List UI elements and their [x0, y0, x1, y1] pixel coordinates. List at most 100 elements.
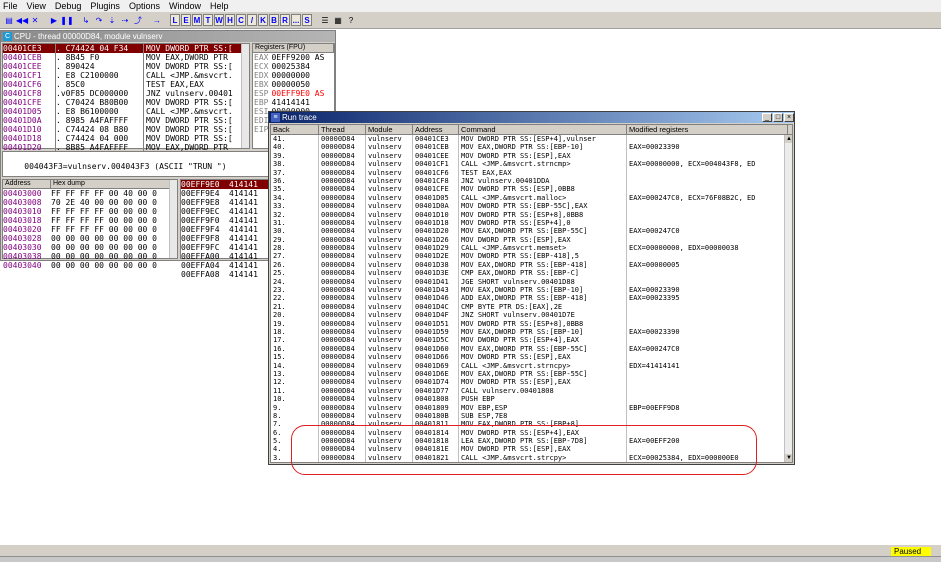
- register-row[interactable]: EAX 0EFF9200 AS: [254, 53, 334, 62]
- toolbar-window-button[interactable]: E: [181, 14, 191, 26]
- dump-col-address[interactable]: Address: [3, 180, 51, 188]
- disasm-row[interactable]: 00401D0A . 8985 A4FAFFFF MOV DWORD PTR SS:…: [3, 116, 249, 125]
- trace-row[interactable]: 14. 00000D84 vulnserv 00401D69 CALL <JMP.&ms…: [271, 361, 792, 370]
- dump-row[interactable]: 00403020 FF FF FF FF 00 00 00 0: [3, 225, 177, 234]
- trace-row[interactable]: 17. 00000D84 vulnserv 00401D5C MOV DWORD PTR…: [271, 336, 792, 345]
- dump-row[interactable]: 00403028 00 00 00 00 00 00 00 0: [3, 234, 177, 243]
- disasm-row[interactable]: 00401CEE . 890424 MOV DWORD PTR SS:[: [3, 62, 249, 71]
- scroll-down-icon[interactable]: ▼: [785, 454, 792, 462]
- column-header-module[interactable]: Module: [366, 125, 413, 134]
- trace-over-icon[interactable]: ⇢: [119, 14, 131, 26]
- trace-row[interactable]: 32. 00000D84 vulnserv 00401D10 MOV DWORD PTR…: [271, 210, 792, 219]
- disasm-row[interactable]: 00401D10 . C74424 08 B80 MOV DWORD PTR SS:…: [3, 125, 249, 134]
- dump-row[interactable]: 00403018 FF FF FF FF 00 00 00 0: [3, 216, 177, 225]
- column-header-command[interactable]: Command: [459, 125, 627, 134]
- trace-row[interactable]: 29. 00000D84 vulnserv 00401D26 MOV DWORD PTR…: [271, 235, 792, 245]
- trace-row[interactable]: 38. 00000D84 vulnserv 00401CF1 CALL <JMP.&ms…: [271, 160, 792, 169]
- toolbar-window-button[interactable]: C: [236, 14, 246, 26]
- column-header-back[interactable]: Back: [271, 125, 319, 134]
- toolbar-window-button[interactable]: B: [269, 14, 279, 26]
- menu-item-help[interactable]: Help: [210, 1, 229, 11]
- trace-row[interactable]: 39. 00000D84 vulnserv 00401CEE MOV DWORD PTR…: [271, 151, 792, 161]
- trace-row[interactable]: 10. 00000D84 vulnserv 00401808 PUSH EBP: [271, 395, 792, 404]
- dump-row[interactable]: 00403040 00 00 00 00 00 00 00 0: [3, 261, 177, 270]
- trace-row[interactable]: 8. 00000D84 vulnserv 0040180B SUB ESP,7E8: [271, 411, 792, 421]
- cpu-titlebar[interactable]: C CPU - thread 00000D84, module vulnserv: [1, 31, 335, 42]
- dump-row[interactable]: 00403000 FF FF FF FF 00 40 00 0: [3, 189, 177, 198]
- disasm-row[interactable]: 00401CEB . 8B45 F0 MOV EAX,DWORD PTR: [3, 53, 249, 62]
- toolbar-window-button[interactable]: ...: [291, 14, 301, 26]
- menu-item-view[interactable]: View: [27, 1, 46, 11]
- trace-row[interactable]: 19. 00000D84 vulnserv 00401D51 MOV DWORD PTR…: [271, 319, 792, 328]
- register-row[interactable]: EDX 00000000: [254, 71, 334, 80]
- menu-item-plugins[interactable]: Plugins: [90, 1, 120, 11]
- scroll-up-icon[interactable]: ▲: [785, 135, 792, 143]
- run-icon[interactable]: ▶: [48, 14, 60, 26]
- toolbar-window-button[interactable]: W: [214, 14, 224, 26]
- register-row[interactable]: EBP 41414141: [254, 98, 334, 107]
- disasm-row[interactable]: 00401D18 . C74424 04 000 MOV DWORD PTR SS:…: [3, 134, 249, 143]
- menu-item-window[interactable]: Window: [169, 1, 201, 11]
- toolbar-window-button[interactable]: L: [170, 14, 180, 26]
- register-row[interactable]: ESP 00EFF9E0 AS: [254, 89, 334, 98]
- close-icon[interactable]: ✕: [29, 14, 41, 26]
- trace-row[interactable]: 22. 00000D84 vulnserv 00401D46 ADD EAX,DWORD…: [271, 294, 792, 303]
- trace-row[interactable]: 33. 00000D84 vulnserv 00401D0A MOV DWORD PTR…: [271, 202, 792, 211]
- trace-row[interactable]: 41. 00000D84 vulnserv 00401CE3 MOV DWORD PTR…: [271, 135, 792, 144]
- trace-row[interactable]: 34. 00000D84 vulnserv 00401D05 CALL <JMP.&ms…: [271, 193, 792, 203]
- trace-row[interactable]: 9. 00000D84 vulnserv 00401809 MOV EBP,ESP EBP…: [271, 403, 792, 412]
- trace-row[interactable]: 11. 00000D84 vulnserv 00401D77 CALL vulnserv…: [271, 386, 792, 396]
- grid-icon[interactable]: ▦: [332, 14, 344, 26]
- help-icon[interactable]: ?: [345, 14, 357, 26]
- trace-row[interactable]: 28. 00000D84 vulnserv 00401D29 CALL <JMP.&ms…: [271, 244, 792, 253]
- execute-till-return-icon[interactable]: ⤴: [132, 14, 144, 26]
- disasm-row[interactable]: 00401CFE . C70424 B80B00 MOV DWORD PTR SS:…: [3, 98, 249, 107]
- trace-row[interactable]: 12. 00000D84 vulnserv 00401D74 MOV DWORD PTR…: [271, 378, 792, 387]
- menu-item-file[interactable]: File: [3, 1, 18, 11]
- column-header-address[interactable]: Address: [413, 125, 459, 134]
- register-row[interactable]: ECX 00025384: [254, 62, 334, 71]
- trace-row[interactable]: 20. 00000D84 vulnserv 00401D4F JNZ SHORT vul…: [271, 311, 792, 320]
- run-trace-scrollbar[interactable]: ▲ ▼: [784, 135, 792, 462]
- trace-row[interactable]: 36. 00000D84 vulnserv 00401CF8 JNZ vulnserv.…: [271, 176, 792, 186]
- disassembly-pane[interactable]: 00401CE3. C74424 04 F34 MOV DWORD PTR SS:…: [2, 43, 250, 161]
- toolbar-window-button[interactable]: T: [203, 14, 213, 26]
- step-over-icon[interactable]: ↷: [93, 14, 105, 26]
- open-icon[interactable]: ▤: [3, 14, 15, 26]
- dump-col-hex[interactable]: Hex dump: [51, 180, 171, 188]
- trace-row[interactable]: 31. 00000D84 vulnserv 00401D18 MOV DWORD PTR…: [271, 218, 792, 228]
- register-row[interactable]: EBX 00000050: [254, 80, 334, 89]
- trace-row[interactable]: 23. 00000D84 vulnserv 00401D43 MOV EAX,DWORD…: [271, 286, 792, 295]
- run-trace-window[interactable]: ≡ Run trace _ □ × Back Thread Module Addres…: [268, 111, 795, 465]
- dump-row[interactable]: 00403038 00 00 00 00 00 00 00 0: [3, 252, 177, 261]
- menu-item-options[interactable]: Options: [129, 1, 160, 11]
- disassembly-scrollbar[interactable]: [241, 44, 249, 148]
- rewind-icon[interactable]: ◀◀: [16, 14, 28, 26]
- trace-into-icon[interactable]: ⇣: [106, 14, 118, 26]
- dump-row[interactable]: 00403008 70 2E 40 00 00 00 00 0: [3, 198, 177, 207]
- trace-row[interactable]: 24. 00000D84 vulnserv 00401D41 JGE SHORT vul…: [271, 277, 792, 287]
- trace-row[interactable]: 27. 00000D84 vulnserv 00401D2E MOV DWORD PTR…: [271, 252, 792, 261]
- disasm-row[interactable]: 00401CE3. C74424 04 F34 MOV DWORD PTR SS:…: [3, 44, 249, 53]
- goto-icon[interactable]: →: [151, 14, 163, 26]
- trace-row[interactable]: 37. 00000D84 vulnserv 00401CF6 TEST EAX,EAX: [271, 168, 792, 177]
- trace-row[interactable]: 25. 00000D84 vulnserv 00401D3E CMP EAX,DWORD…: [271, 269, 792, 278]
- trace-row[interactable]: 40. 00000D84 vulnserv 00401CEB MOV EAX,DWORD…: [271, 143, 792, 152]
- toolbar-window-button[interactable]: /: [247, 14, 257, 26]
- trace-row[interactable]: 35. 00000D84 vulnserv 00401CFE MOV DWORD PTR…: [271, 185, 792, 194]
- step-into-icon[interactable]: ↳: [80, 14, 92, 26]
- maximize-icon[interactable]: □: [773, 113, 783, 122]
- toolbar-window-button[interactable]: K: [258, 14, 268, 26]
- column-header-thread[interactable]: Thread: [319, 125, 366, 134]
- dump-row[interactable]: 00403030 00 00 00 00 00 00 00 0: [3, 243, 177, 252]
- trace-row[interactable]: 18. 00000D84 vulnserv 00401D59 MOV EAX,DWORD…: [271, 327, 792, 337]
- disasm-row[interactable]: 00401CF6 . 85C0 TEST EAX,EAX: [3, 80, 249, 89]
- pause-icon[interactable]: ❚❚: [60, 14, 74, 26]
- trace-row[interactable]: 15. 00000D84 vulnserv 00401D66 MOV DWORD PTR…: [271, 353, 792, 362]
- toolbar-window-button[interactable]: R: [280, 14, 290, 26]
- disasm-row[interactable]: 00401CF1 . E8 C2100000 CALL <JMP.&msvcrt.: [3, 71, 249, 80]
- disasm-row[interactable]: 00401CF8 .v0F85 DC000000 JNZ vulnserv.0040…: [3, 89, 249, 98]
- run-trace-table[interactable]: Back Thread Module Address Command Modified r…: [270, 124, 793, 463]
- dump-row[interactable]: 00403010 FF FF FF FF 00 00 00 0: [3, 207, 177, 216]
- toolbar-window-button[interactable]: S: [302, 14, 312, 26]
